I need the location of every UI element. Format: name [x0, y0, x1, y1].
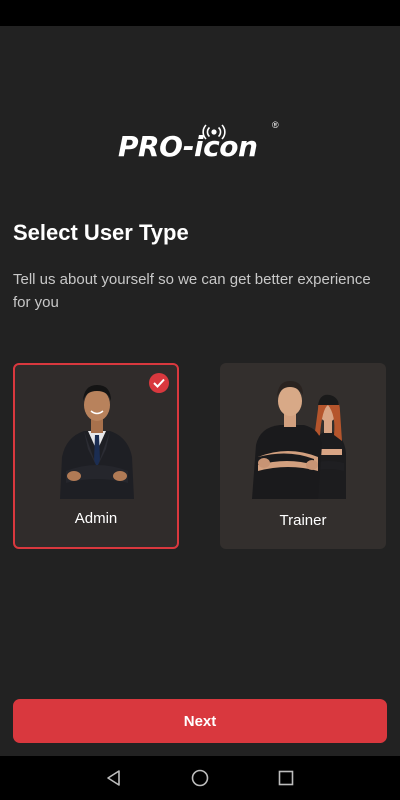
home-icon[interactable] — [190, 768, 210, 788]
signal-icon — [202, 124, 226, 140]
registered-mark: ® — [272, 120, 279, 130]
navigation-bar — [0, 756, 400, 800]
user-type-card-admin[interactable]: Admin — [13, 363, 179, 549]
selected-check-icon — [149, 373, 169, 393]
logo-text: PRO-icon — [118, 130, 258, 163]
back-icon[interactable] — [104, 768, 124, 788]
user-type-label-admin: Admin — [74, 510, 118, 527]
next-button[interactable]: Next — [13, 699, 387, 743]
page-title: Select User Type — [13, 220, 189, 245]
pro-icon-logo: PRO-icon ® — [118, 118, 288, 170]
admin-photo — [60, 385, 134, 499]
status-bar — [0, 0, 400, 26]
recents-icon[interactable] — [276, 768, 296, 788]
trainer-photo — [252, 381, 346, 499]
user-type-label-trainer: Trainer — [279, 512, 327, 529]
user-type-card-trainer[interactable]: Trainer — [220, 363, 386, 549]
page-subtitle: Tell us about yourself so we can get bet… — [13, 271, 371, 311]
